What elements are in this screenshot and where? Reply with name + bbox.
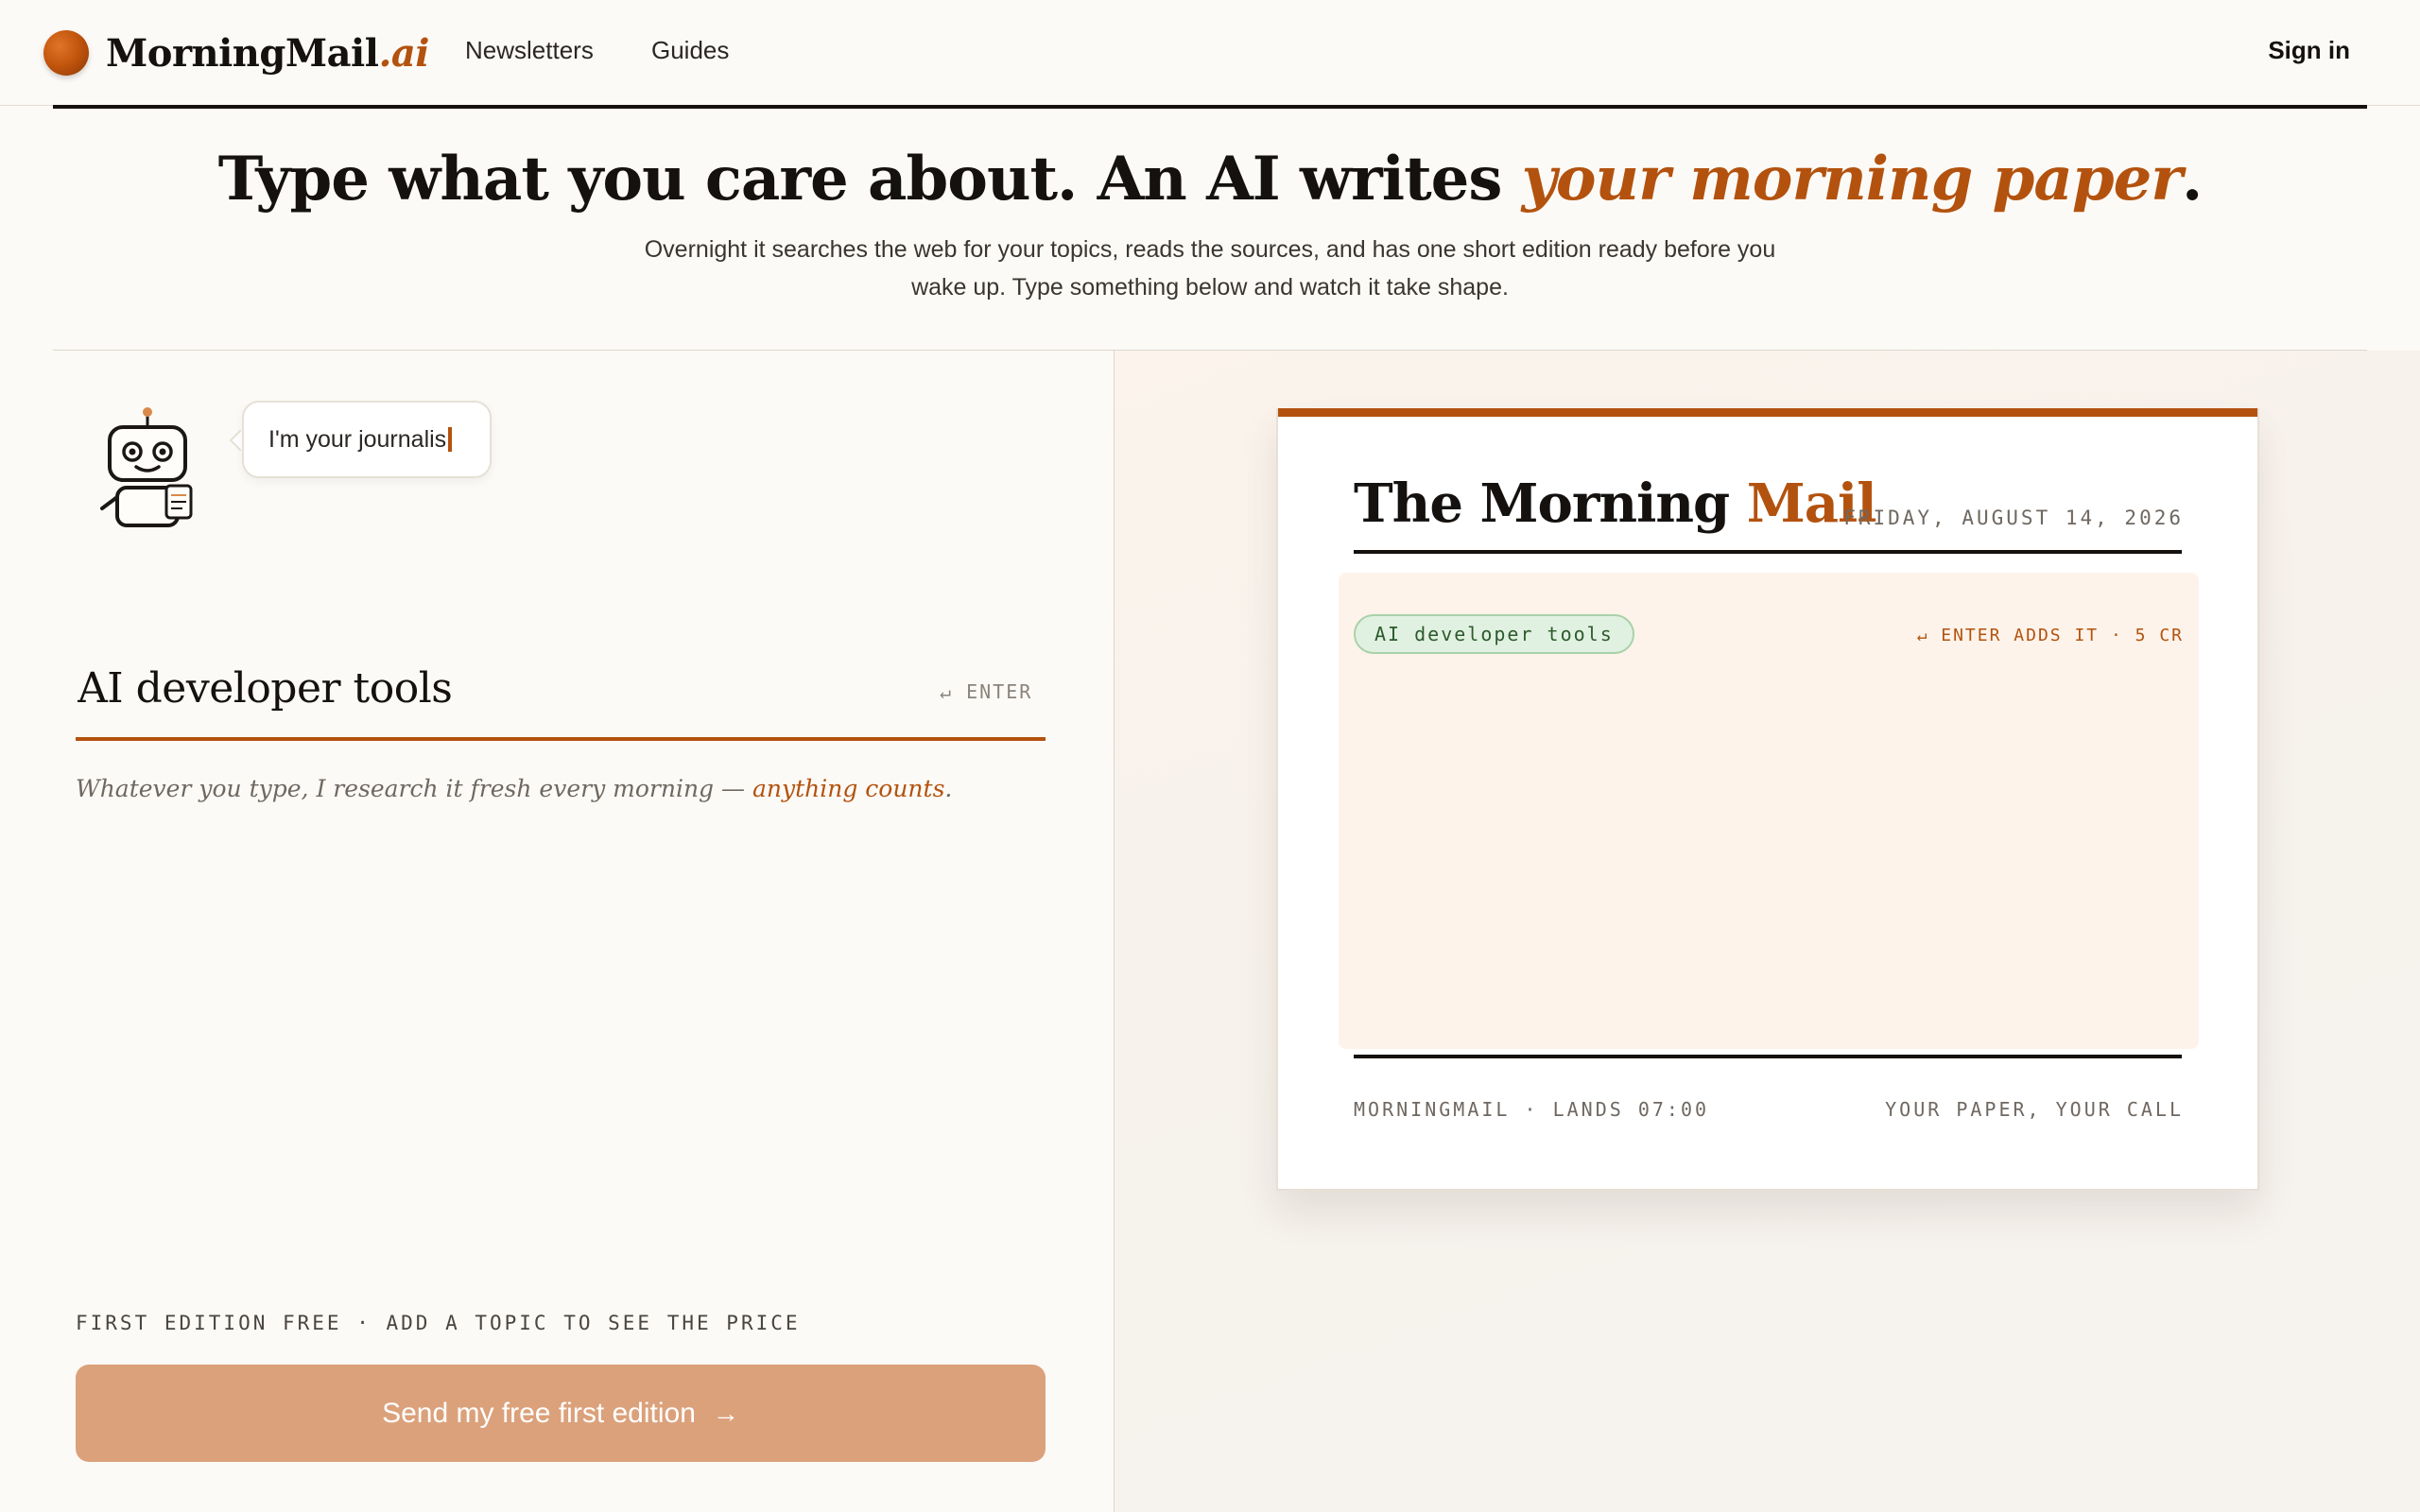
hero-title-accent: your morning paper [1521,144,2183,215]
brand-name: MorningMail.ai [106,31,429,76]
topic-chip[interactable]: AI developer tools [1354,614,1634,654]
robot-journalist-icon [100,407,193,527]
anything-counts-link[interactable]: anything counts [752,775,944,802]
assistant-speech-bubble: I'm your journalis [242,401,492,478]
helper-end: . [944,775,953,802]
paper-accent-bar [1278,408,2257,417]
paper-topic-area: AI developer tools ↵ ENTER ADDS IT · 5 C… [1339,573,2199,1049]
header-rule [53,105,2367,109]
nav-link-newsletters[interactable]: Newsletters [465,36,594,65]
topic-input-underline [76,737,1046,741]
paper-date: FRIDAY, AUGUST 14, 2026 [1843,507,2184,529]
masthead-main: The Morning [1354,472,1747,535]
brand-logo[interactable]: MorningMail.ai [43,28,429,77]
send-first-edition-button[interactable]: Send my free first edition → [76,1365,1046,1462]
cta-label: Send my free first edition [382,1397,696,1429]
paper-footer-left: MORNINGMAIL · LANDS 07:00 [1354,1098,1710,1121]
arrow-right-icon: → [712,1398,739,1428]
brand-name-text: MorningMail [106,30,379,76]
helper-text: Whatever you type, I research it fresh e… [76,775,752,802]
paper-footer-right: YOUR PAPER, YOUR CALL [1885,1098,2184,1121]
brand-suffix: .ai [378,30,429,76]
newspaper-preview-card: The Morning Mail FRIDAY, AUGUST 14, 2026… [1276,408,2259,1191]
pricing-note: FIRST EDITION FREE · ADD A TOPIC TO SEE … [76,1312,801,1334]
topic-input[interactable] [78,658,928,718]
assistant-bubble-text: I'm your journalis [268,425,447,453]
enter-adds-hint: ↵ ENTER ADDS IT · 5 CR [1916,626,2184,645]
nav-link-guides[interactable]: Guides [651,36,729,65]
hero-title-main: Type what you care about. An AI writes [217,144,1522,215]
brand-orb-icon [43,30,89,76]
sign-in-link[interactable]: Sign in [2268,36,2350,65]
topic-editor-panel [53,351,1114,1512]
typing-caret [448,427,453,452]
top-nav: MorningMail.ai Newsletters Guides Sign i… [0,0,2420,106]
hero-title: Type what you care about. An AI writes y… [0,144,2420,215]
topic-helper-text: Whatever you type, I research it fresh e… [76,775,952,802]
hero-title-end: . [2182,144,2203,215]
hero-subtitle: Overnight it searches the web for your t… [644,236,1776,301]
enter-key-hint: ↵ ENTER [940,680,1033,703]
paper-masthead: The Morning Mail [1354,472,1877,535]
footer-rule [1354,1055,2182,1058]
masthead-rule [1354,550,2182,554]
